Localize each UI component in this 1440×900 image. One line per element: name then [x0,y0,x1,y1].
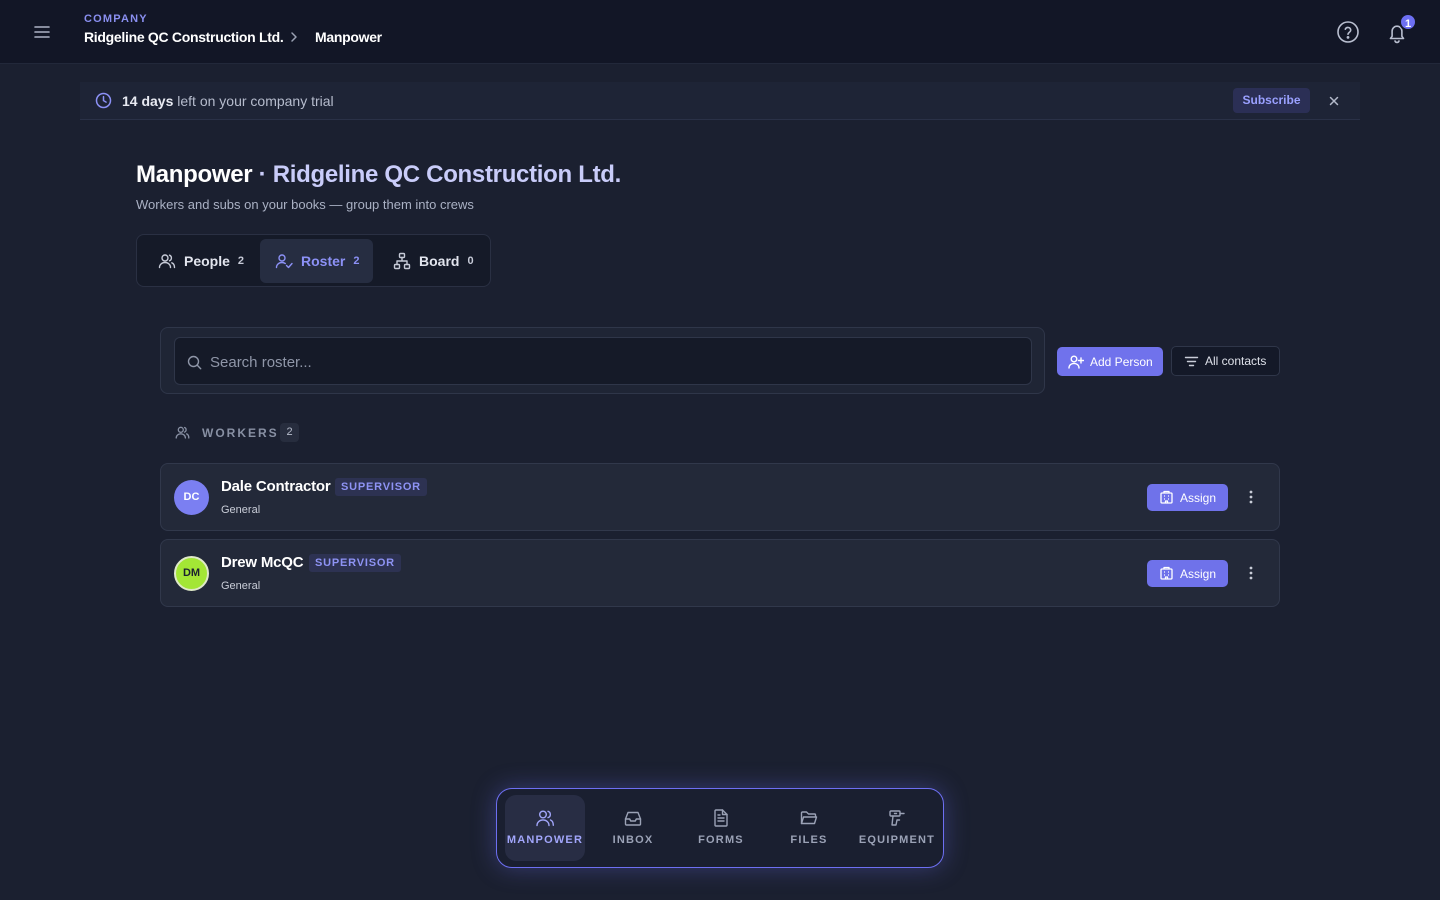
folder-icon [800,811,818,825]
role-badge: SUPERVISOR [309,554,401,572]
tab-roster[interactable]: Roster 2 [260,239,373,283]
nav-equipment-label: EQUIPMENT [858,834,936,846]
more-options-icon[interactable] [1243,564,1259,582]
workers-section-label: WORKERS [202,426,279,440]
assign-label: Assign [1180,566,1217,581]
page-title-separator: · [252,161,273,188]
tab-people-count: 2 [237,255,245,267]
nav-inbox[interactable]: INBOX [593,795,673,861]
building-icon [1160,490,1173,504]
page-title-text: Manpower [136,161,253,188]
document-icon [714,809,728,827]
hamburger-menu-icon[interactable] [30,20,54,44]
nav-forms[interactable]: FORMS [681,795,761,861]
breadcrumb-section-label: COMPANY [84,13,148,25]
worker-trade: General [221,504,261,516]
nav-files[interactable]: FILES [769,795,849,861]
page-subtitle: Workers and subs on your books — group t… [136,197,474,212]
building-icon [1160,566,1173,580]
tab-roster-label: Roster [301,253,346,269]
tab-roster-count: 2 [353,255,360,267]
chevron-right-icon [287,30,301,44]
nav-inbox-label: INBOX [612,834,654,846]
tab-board-label: Board [419,253,460,269]
roster-icon [275,254,293,269]
nav-manpower-label: MANPOWER [506,834,584,846]
breadcrumb-current-page: Manpower [315,29,382,45]
nav-manpower[interactable]: MANPOWER [505,795,585,861]
trial-days: 14 days [122,93,174,109]
bottom-navigation: MANPOWER INBOX FORMS FILES EQUIPMENT [496,788,944,868]
help-icon[interactable] [1336,20,1360,44]
view-tabs: People 2 Roster 2 Board 0 [136,234,491,287]
clock-icon [95,92,112,109]
avatar: DM [174,556,209,591]
add-user-icon [1068,355,1084,369]
people-icon [175,426,190,439]
inbox-icon [624,811,642,826]
add-person-label: Add Person [1090,354,1153,369]
worker-card[interactable]: DC Dale Contractor SUPERVISOR General As… [160,463,1280,531]
assign-button[interactable]: Assign [1147,484,1228,511]
close-icon[interactable] [1326,93,1342,109]
assign-button[interactable]: Assign [1147,560,1228,587]
trial-message-text: left on your company trial [173,93,334,109]
search-field [174,337,1032,385]
more-options-icon[interactable] [1243,488,1259,506]
search-panel [160,327,1045,394]
tab-board[interactable]: Board 0 [378,239,483,283]
trial-message: 14 days left on your company trial [122,93,334,109]
notification-count-badge: 1 [1399,13,1417,31]
drill-icon [889,810,905,826]
worker-name: Dale Contractor [221,478,331,495]
all-contacts-label: All contacts [1205,354,1267,368]
subscribe-button[interactable]: Subscribe [1233,88,1310,113]
breadcrumb-company-link[interactable]: Ridgeline QC Construction Ltd. [84,29,284,45]
role-badge: SUPERVISOR [335,478,427,496]
worker-name: Drew McQC [221,554,304,571]
nav-files-label: FILES [790,834,828,846]
top-bar: COMPANY Ridgeline QC Construction Ltd. M… [0,0,1440,64]
search-input[interactable] [210,346,1010,378]
assign-label: Assign [1180,490,1217,505]
people-icon [158,254,176,269]
avatar: DC [174,480,209,515]
org-chart-icon [393,252,411,270]
tab-board-count: 0 [467,255,474,267]
people-icon [536,810,554,827]
worker-trade: General [221,580,261,592]
tab-people[interactable]: People 2 [145,239,255,283]
trial-banner: 14 days left on your company trial Subsc… [80,82,1360,120]
nav-forms-label: FORMS [698,834,744,846]
page-title-company: Ridgeline QC Construction Ltd. [272,161,622,188]
worker-card[interactable]: DM Drew McQC SUPERVISOR General Assign [160,539,1280,607]
tab-people-label: People [184,253,230,269]
page-title: Manpower · Ridgeline QC Construction Ltd… [136,161,621,189]
workers-section-count: 2 [280,423,299,442]
search-icon [187,355,202,370]
nav-equipment[interactable]: EQUIPMENT [855,795,939,861]
all-contacts-filter-button[interactable]: All contacts [1171,346,1280,376]
filter-icon [1184,356,1199,366]
add-person-button[interactable]: Add Person [1057,347,1163,376]
